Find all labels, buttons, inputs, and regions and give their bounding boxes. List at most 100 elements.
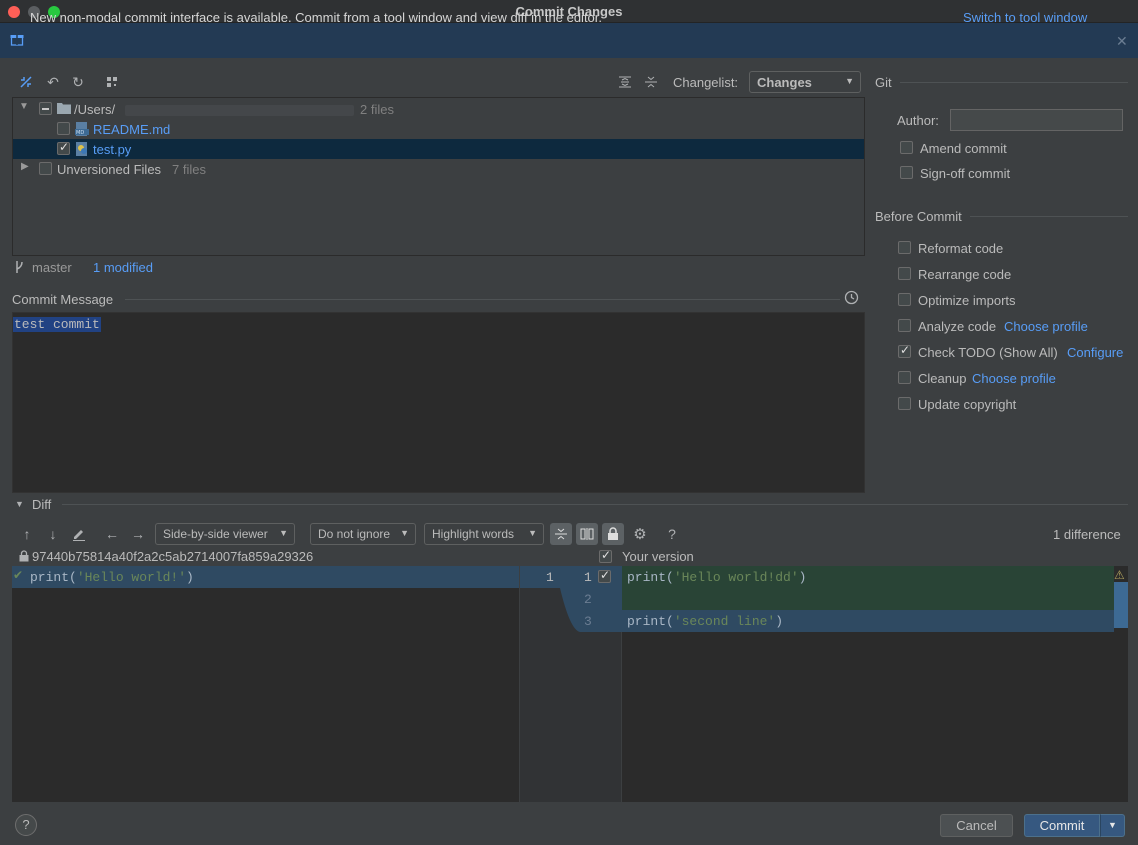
show-diff-icon[interactable] xyxy=(16,72,36,92)
group-by-icon[interactable] xyxy=(102,72,122,92)
viewer-value: Side-by-side viewer xyxy=(163,527,268,541)
branch-name[interactable]: master xyxy=(32,260,72,275)
cleanup-choose-profile-link[interactable]: Choose profile xyxy=(972,371,1056,386)
code-string: 'Hello world!' xyxy=(76,570,187,585)
folder-icon xyxy=(57,102,71,117)
optimize-imports-label[interactable]: Optimize imports xyxy=(918,293,1016,308)
next-difference-icon[interactable]: ↓ xyxy=(43,524,63,544)
close-banner-icon[interactable]: ✕ xyxy=(1116,33,1128,50)
modified-count[interactable]: 1 modified xyxy=(93,260,153,275)
diff-heading: Diff xyxy=(32,497,52,512)
right-line-number: 2 xyxy=(584,592,592,607)
chevron-down-icon[interactable]: ▼ xyxy=(19,101,29,112)
file-name-readme[interactable]: README.md xyxy=(93,122,170,137)
reformat-code-label[interactable]: Reformat code xyxy=(918,241,1003,256)
author-label: Author: xyxy=(897,113,939,128)
highlight-value: Highlight words xyxy=(432,527,515,541)
update-copyright-checkbox[interactable] xyxy=(898,397,911,410)
chevron-down-icon: ▼ xyxy=(528,528,537,538)
include-version-checkbox[interactable] xyxy=(599,548,612,563)
viewer-select[interactable]: Side-by-side viewer ▼ xyxy=(155,523,295,545)
reformat-code-checkbox[interactable] xyxy=(898,241,911,254)
changelist-label: Changelist: xyxy=(673,75,739,90)
amend-commit-label[interactable]: Amend commit xyxy=(920,141,1007,156)
history-icon[interactable] xyxy=(844,290,859,308)
sync-scroll-icon[interactable] xyxy=(576,523,598,545)
divider xyxy=(62,504,1128,505)
expand-all-icon[interactable] xyxy=(615,72,635,92)
root-checkbox[interactable] xyxy=(39,102,52,115)
rollback-icon[interactable]: ↶ xyxy=(43,72,63,92)
changelist-value: Changes xyxy=(757,75,812,90)
ignore-select[interactable]: Do not ignore ▼ xyxy=(310,523,416,545)
collapse-unchanged-icon[interactable] xyxy=(550,523,572,545)
update-copyright-label[interactable]: Update copyright xyxy=(918,397,1016,412)
readme-checkbox[interactable] xyxy=(57,122,70,135)
help-icon[interactable]: ? xyxy=(662,524,682,544)
highlight-select[interactable]: Highlight words ▼ xyxy=(424,523,544,545)
gear-icon[interactable]: ⚙ xyxy=(630,524,650,544)
divider xyxy=(900,82,1128,83)
gift-icon xyxy=(10,32,24,46)
collapse-all-icon[interactable] xyxy=(641,72,661,92)
right-diff-pane[interactable]: print('Hello world!dd') print('second li… xyxy=(622,566,1128,802)
tree-unversioned-row[interactable]: ▶ Unversioned Files 7 files xyxy=(13,159,864,179)
refresh-icon[interactable]: ↻ xyxy=(68,72,88,92)
commit-button[interactable]: Commit xyxy=(1024,814,1100,837)
optimize-imports-checkbox[interactable] xyxy=(898,293,911,306)
sign-off-commit-label[interactable]: Sign-off commit xyxy=(920,166,1010,181)
difference-count: 1 difference xyxy=(1053,527,1121,542)
code-fn: print( xyxy=(627,570,674,585)
chevron-right-icon[interactable]: ▶ xyxy=(21,161,29,172)
test-py-checkbox[interactable] xyxy=(57,140,70,155)
code-string: 'second line' xyxy=(673,614,776,629)
cancel-button[interactable]: Cancel xyxy=(940,814,1013,837)
unversioned-label: Unversioned Files xyxy=(57,162,162,177)
before-commit-heading: Before Commit xyxy=(875,209,962,224)
left-diff-pane[interactable]: ✔ print('Hello world!') xyxy=(12,566,519,802)
unversioned-checkbox[interactable] xyxy=(39,162,52,175)
changes-tree[interactable]: ▼ /Users/ 2 files MD README.md test.py ▶… xyxy=(12,97,865,256)
previous-file-icon[interactable]: ← xyxy=(102,524,122,544)
right-line-number: 3 xyxy=(584,614,592,629)
collapse-diff-icon[interactable]: ▼ xyxy=(15,499,24,509)
commit-message-text[interactable]: test commit xyxy=(13,317,101,332)
cleanup-checkbox[interactable] xyxy=(898,371,911,384)
analyze-code-checkbox[interactable] xyxy=(898,319,911,332)
next-file-icon[interactable]: → xyxy=(128,524,148,544)
scrollbar-thumb[interactable] xyxy=(1114,582,1128,628)
accept-change-checkbox[interactable] xyxy=(598,568,611,583)
analyze-choose-profile-link[interactable]: Choose profile xyxy=(1004,319,1088,334)
markdown-file-icon: MD xyxy=(75,122,89,139)
divider xyxy=(970,216,1128,217)
file-name-test-py[interactable]: test.py xyxy=(93,142,131,157)
rearrange-code-label[interactable]: Rearrange code xyxy=(918,267,1011,282)
tree-file-row[interactable]: test.py xyxy=(13,139,864,159)
edit-source-icon[interactable] xyxy=(69,524,89,544)
code-string: 'Hello world!dd' xyxy=(673,570,799,585)
changelist-select[interactable]: Changes ▼ xyxy=(749,71,861,93)
help-button[interactable]: ? xyxy=(15,814,37,836)
author-input[interactable] xyxy=(950,109,1123,131)
check-todo-checkbox[interactable] xyxy=(898,343,911,358)
branch-icon xyxy=(14,260,24,277)
rearrange-code-checkbox[interactable] xyxy=(898,267,911,280)
amend-commit-checkbox[interactable] xyxy=(900,141,913,154)
check-todo-label[interactable]: Check TODO (Show All) xyxy=(918,345,1058,360)
lock-icon[interactable] xyxy=(602,523,624,545)
commit-options-button[interactable]: ▼ xyxy=(1100,814,1125,837)
cleanup-label[interactable]: Cleanup xyxy=(918,371,966,386)
previous-difference-icon[interactable]: ↑ xyxy=(17,524,37,544)
tree-root-row[interactable]: ▼ /Users/ 2 files xyxy=(13,99,864,119)
left-line-number: 1 xyxy=(546,570,554,585)
sign-off-commit-checkbox[interactable] xyxy=(900,166,913,179)
analyze-code-label[interactable]: Analyze code xyxy=(918,319,996,334)
banner-message: New non-modal commit interface is availa… xyxy=(30,10,603,25)
root-path: /Users/ xyxy=(74,102,116,117)
todo-configure-link[interactable]: Configure xyxy=(1067,345,1123,360)
switch-to-tool-window-link[interactable]: Switch to tool window xyxy=(963,10,1087,25)
right-version-label: Your version xyxy=(622,549,694,564)
tree-file-row[interactable]: MD README.md xyxy=(13,119,864,139)
commit-message-editor[interactable]: test commit xyxy=(12,312,865,493)
warning-icon[interactable]: ⚠ xyxy=(1114,568,1125,582)
